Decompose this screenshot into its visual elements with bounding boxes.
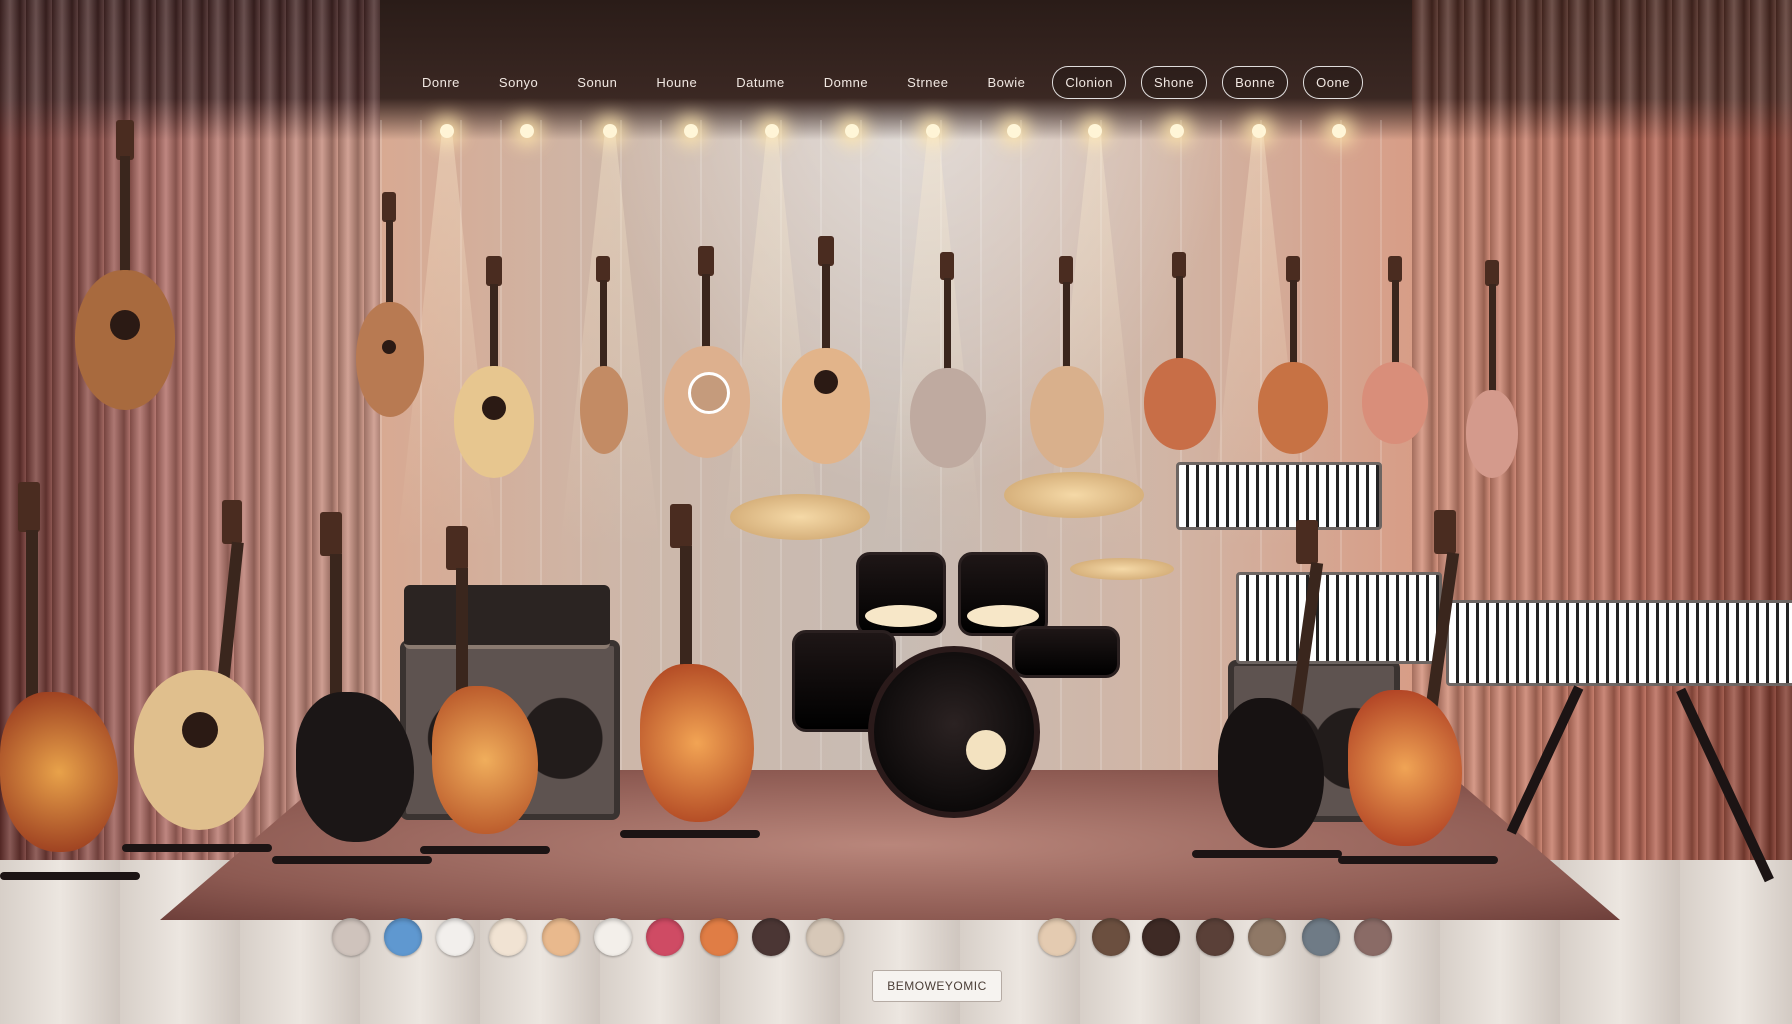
violin-icon[interactable]: [1028, 256, 1106, 470]
electric-guitar-icon[interactable]: [296, 512, 414, 852]
guitar-stand: [1338, 856, 1498, 864]
electric-guitar-icon[interactable]: [640, 504, 754, 834]
music-store-stage: [0, 0, 1792, 1024]
acoustic-guitar-icon[interactable]: [780, 236, 872, 468]
acoustic-guitar-icon[interactable]: [70, 120, 180, 420]
acoustic-guitar-icon[interactable]: [662, 246, 752, 461]
drum-kit-icon[interactable]: [868, 646, 1040, 818]
violin-icon[interactable]: [574, 256, 634, 456]
color-swatch[interactable]: [1248, 918, 1286, 956]
guitar-stand: [272, 856, 432, 864]
nav-item-datume[interactable]: Datume: [724, 67, 797, 98]
cymbal-icon[interactable]: [1004, 472, 1144, 518]
violin-icon[interactable]: [1462, 260, 1522, 480]
electric-guitar-icon[interactable]: [0, 482, 118, 882]
tom-drum-icon[interactable]: [958, 552, 1048, 636]
violin-icon[interactable]: [1256, 256, 1330, 456]
guitar-stand: [420, 846, 550, 854]
spotlight: [1332, 124, 1346, 138]
nav-item-clonion[interactable]: Clonion: [1052, 65, 1126, 99]
color-swatch[interactable]: [384, 918, 422, 956]
color-swatch[interactable]: [594, 918, 632, 956]
violin-icon[interactable]: [1360, 256, 1430, 446]
color-swatch[interactable]: [332, 918, 370, 956]
color-swatch[interactable]: [1196, 918, 1234, 956]
color-swatch[interactable]: [1092, 918, 1130, 956]
nav-item-oone[interactable]: Oone: [1303, 65, 1363, 99]
hi-hat-icon[interactable]: [1070, 558, 1174, 580]
color-swatch[interactable]: [1142, 918, 1180, 956]
nav-item-domne[interactable]: Domne: [812, 67, 880, 98]
electric-guitar-icon[interactable]: [1348, 510, 1466, 850]
snare-drum-icon[interactable]: [1012, 626, 1120, 678]
nav-item-sonyo[interactable]: Sonyo: [487, 67, 550, 98]
guitar-stand: [122, 844, 272, 852]
violin-icon[interactable]: [908, 252, 988, 470]
color-swatch[interactable]: [806, 918, 844, 956]
nav-item-bonne[interactable]: Bonne: [1222, 65, 1289, 99]
nav-item-sonun[interactable]: Sonun: [565, 67, 629, 98]
tom-drum-icon[interactable]: [856, 552, 946, 636]
nav-item-strnee[interactable]: Strnee: [895, 67, 960, 98]
bottom-label-button[interactable]: BEMOWEYOMIC: [872, 970, 1002, 1002]
color-swatch[interactable]: [489, 918, 527, 956]
spotlight: [520, 124, 534, 138]
spotlight: [1170, 124, 1184, 138]
guitar-stand: [620, 830, 760, 838]
color-swatch[interactable]: [700, 918, 738, 956]
color-swatch[interactable]: [1038, 918, 1076, 956]
color-swatch[interactable]: [1354, 918, 1392, 956]
guitar-stand: [0, 872, 140, 880]
spotlight: [684, 124, 698, 138]
nav-item-houne[interactable]: Houne: [644, 67, 709, 98]
color-swatch-row: [332, 918, 1432, 958]
nav-item-shone[interactable]: Shone: [1140, 65, 1208, 99]
violin-icon[interactable]: [1142, 252, 1218, 452]
top-navigation: Donre Sonyo Sonun Houne Datume Domne Str…: [410, 62, 1363, 102]
spotlight: [845, 124, 859, 138]
color-swatch[interactable]: [752, 918, 790, 956]
nav-item-donre[interactable]: Donre: [410, 67, 472, 98]
color-swatch[interactable]: [436, 918, 474, 956]
color-swatch[interactable]: [1302, 918, 1340, 956]
acoustic-guitar-icon[interactable]: [452, 256, 536, 481]
nav-item-bowie[interactable]: Bowie: [975, 67, 1037, 98]
color-swatch[interactable]: [646, 918, 684, 956]
acoustic-guitar-icon[interactable]: [134, 500, 264, 840]
guitar-stand: [1192, 850, 1342, 858]
keyboard-icon[interactable]: [1446, 600, 1792, 686]
color-swatch[interactable]: [542, 918, 580, 956]
electric-guitar-icon[interactable]: [432, 526, 538, 846]
electric-guitar-icon[interactable]: [1218, 520, 1328, 850]
spotlight: [1007, 124, 1021, 138]
violin-icon[interactable]: [352, 192, 428, 422]
